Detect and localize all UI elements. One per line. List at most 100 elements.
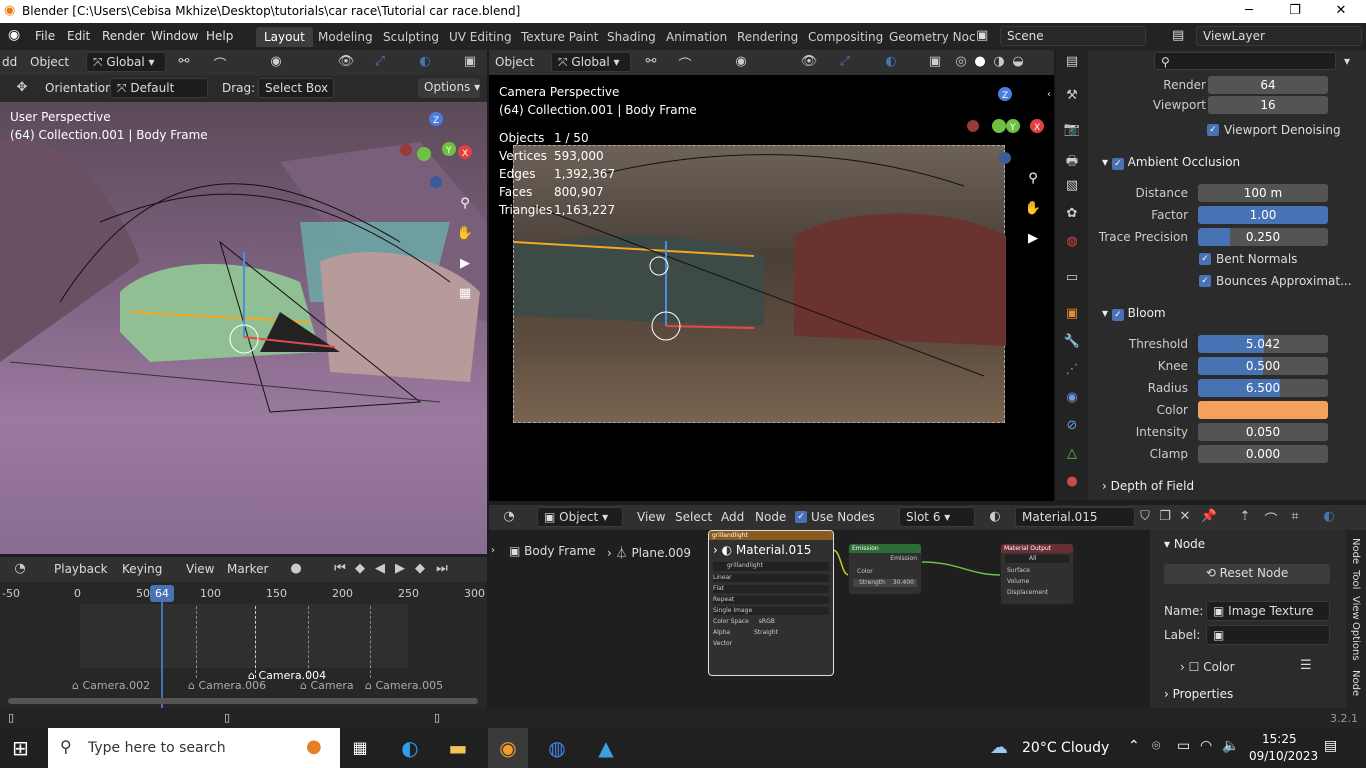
blender-taskbar-icon[interactable]: ◉ xyxy=(488,728,528,768)
right-zoom-icon[interactable]: ⚲ xyxy=(1023,171,1043,186)
depth-of-field-header[interactable]: › Depth of Field xyxy=(1096,474,1364,498)
current-frame-indicator[interactable]: 64 xyxy=(150,585,174,602)
taskbar-search-box[interactable]: ⚲ Type here to search ● xyxy=(48,728,340,768)
sidebar-tab-view[interactable]: View xyxy=(1350,596,1361,620)
output-target-dropdown[interactable]: All xyxy=(1005,555,1069,563)
emission-color-socket[interactable]: Color xyxy=(849,564,921,579)
rendered-shading-icon[interactable]: ◒ xyxy=(1008,54,1028,69)
object-tab-icon[interactable]: ▣ xyxy=(1062,306,1082,321)
right-xray-icon[interactable]: ▣ xyxy=(925,54,945,69)
close-icon[interactable]: ✕ xyxy=(1318,0,1364,23)
ambient-occlusion-header[interactable]: ▾ ✓ Ambient Occlusion xyxy=(1096,150,1364,174)
reset-node-button[interactable]: ⟲ Reset Node xyxy=(1164,564,1330,584)
tab-modeling[interactable]: Modeling xyxy=(310,27,381,47)
scene-field[interactable]: Scene xyxy=(1000,26,1146,46)
displacement-socket[interactable]: Displacement xyxy=(1001,587,1073,598)
material-output-node[interactable]: Material Output All Surface Volume Displ… xyxy=(1000,543,1074,605)
bloom-color-swatch[interactable] xyxy=(1198,401,1328,419)
edge-icon[interactable]: ◐ xyxy=(390,728,430,768)
jump-start-icon[interactable]: ⏮ xyxy=(330,561,350,576)
task-view-icon[interactable]: ▦ xyxy=(340,728,380,768)
ao-distance-field[interactable]: 100 m xyxy=(1198,184,1328,202)
bloom-checkbox[interactable]: ✓ xyxy=(1111,309,1124,321)
shader-type-dropdown[interactable]: ▣ Object ▾ xyxy=(537,507,623,527)
right-visibility-icon[interactable]: 👁 xyxy=(799,54,819,69)
menu-render[interactable]: Render xyxy=(102,29,145,43)
constraints-tab-icon[interactable]: ⊘ xyxy=(1062,418,1082,433)
zoom-icon[interactable]: ⚲ xyxy=(455,196,475,211)
output-tab-icon[interactable]: 🖶 xyxy=(1062,152,1082,174)
tab-compositing[interactable]: Compositing xyxy=(800,27,891,47)
editor-type-icon[interactable]: ▤ xyxy=(1062,54,1082,69)
marker-menu[interactable]: Marker xyxy=(227,562,268,576)
right-pan-hand-icon[interactable]: ✋ xyxy=(1023,201,1043,216)
image-texture-node[interactable]: grillandlight › ◐ Material.015 grillandl… xyxy=(708,530,834,676)
use-nodes-checkbox[interactable]: ✓ xyxy=(795,511,807,523)
bloom-knee-slider[interactable]: 0.500 xyxy=(1198,357,1328,375)
drag-dropdown[interactable]: Select Box xyxy=(258,78,334,98)
properties-search-input[interactable]: ⚲ xyxy=(1154,52,1336,70)
windows-start-icon[interactable]: ⊞ xyxy=(12,736,29,760)
material-name-field[interactable]: Material.015 xyxy=(1015,507,1135,527)
view-layer-icon[interactable]: ▤ xyxy=(1172,28,1184,43)
left-viewport-canvas[interactable]: Z X Y User Perspective (64) Collection.0… xyxy=(0,102,487,554)
material-browse-icon[interactable]: ◐ xyxy=(985,509,1005,524)
image-selector[interactable]: grillandlight xyxy=(713,562,829,571)
node-section-header[interactable]: ▾ Node xyxy=(1158,532,1340,556)
taskbar-time[interactable]: 15:25 xyxy=(1262,732,1297,746)
node-label-input[interactable]: ▣ xyxy=(1206,625,1330,645)
move-tool-icon[interactable]: ✥ xyxy=(12,80,32,95)
minimize-icon[interactable]: ─ xyxy=(1226,0,1272,23)
alpha-row[interactable]: Alpha Straight xyxy=(713,629,829,637)
modifier-tab-icon[interactable]: 🔧 xyxy=(1062,334,1082,349)
material-shading-icon[interactable]: ◑ xyxy=(989,54,1009,69)
tray-chevron-icon[interactable]: ⌃ xyxy=(1128,738,1140,754)
node-snap-icon[interactable]: ⌒ xyxy=(1261,509,1281,528)
emission-output-socket[interactable]: Emission xyxy=(849,553,921,564)
visibility-icon[interactable]: 👁 xyxy=(336,54,356,69)
sidebar-tab-node[interactable]: Node xyxy=(1350,538,1361,564)
record-icon[interactable]: ● xyxy=(286,561,306,576)
tab-geometry-nodes[interactable]: Geometry Noc xyxy=(881,27,984,47)
render-samples-field[interactable]: 64 xyxy=(1208,76,1328,94)
right-proportional-icon[interactable]: ◉ xyxy=(731,54,751,69)
tab-animation[interactable]: Animation xyxy=(658,27,735,47)
playhead-line[interactable] xyxy=(161,602,163,708)
sidebar-tab-options[interactable]: Options xyxy=(1350,622,1361,661)
properties-section-header[interactable]: › Properties xyxy=(1158,682,1340,706)
keying-menu[interactable]: Keying xyxy=(122,562,162,576)
bent-normals-checkbox[interactable]: ✓ xyxy=(1199,253,1211,265)
physics-tab-icon[interactable]: ◉ xyxy=(1062,390,1082,405)
bounces-checkbox[interactable]: ✓ xyxy=(1199,275,1211,287)
node-canvas[interactable]: › ▣ Body Frame › ⏃ Plane.009 grillandlig… xyxy=(489,530,1366,708)
gizmo-icon[interactable]: ⤢ xyxy=(370,54,390,69)
particles-tab-icon[interactable]: ⋰ xyxy=(1062,362,1082,377)
vector-socket[interactable]: Vector xyxy=(713,640,829,648)
node-editor-type-icon[interactable]: ◔ xyxy=(499,509,519,524)
options-button[interactable]: Options ▾ xyxy=(418,78,480,98)
play-icon[interactable]: ▶ xyxy=(390,561,410,576)
weather-text[interactable]: 20°C Cloudy xyxy=(1022,740,1109,756)
node-view-menu[interactable]: View xyxy=(637,510,665,524)
ao-trace-precision-slider[interactable]: 0.250 xyxy=(1198,228,1328,246)
tool-tab-icon[interactable]: ⚒ xyxy=(1062,88,1082,103)
timeline-body[interactable]: -50 0 50 100 150 200 250 300 64 ⌂ Camera… xyxy=(0,582,487,710)
pan-hand-icon[interactable]: ✋ xyxy=(455,226,475,241)
emission-node[interactable]: Emission Emission Color Strength 30.400 xyxy=(848,543,922,595)
bloom-radius-slider[interactable]: 6.500 xyxy=(1198,379,1328,397)
extension-dropdown[interactable]: Repeat xyxy=(713,596,829,604)
bloom-intensity-slider[interactable]: 0.050 xyxy=(1198,423,1328,441)
overlay-icon[interactable]: ◐ xyxy=(415,54,435,69)
bloom-header[interactable]: ▾ ✓ Bloom xyxy=(1096,301,1364,325)
playback-menu[interactable]: Playback xyxy=(54,562,108,576)
wireframe-shading-icon[interactable]: ◎ xyxy=(951,54,971,69)
emission-strength-field[interactable]: Strength 30.400 xyxy=(853,579,917,587)
node-select-menu[interactable]: Select xyxy=(675,510,712,524)
color-space-row[interactable]: Color Space sRGB xyxy=(713,618,829,626)
tab-uv-editing[interactable]: UV Editing xyxy=(441,27,520,47)
node-node-menu[interactable]: Node xyxy=(755,510,786,524)
slot-dropdown[interactable]: Slot 6 ▾ xyxy=(899,507,975,527)
proportional-edit-icon[interactable]: ◉ xyxy=(266,54,286,69)
add-menu[interactable]: dd xyxy=(2,55,17,69)
node-snap-target-icon[interactable]: ⌗ xyxy=(1285,509,1305,524)
